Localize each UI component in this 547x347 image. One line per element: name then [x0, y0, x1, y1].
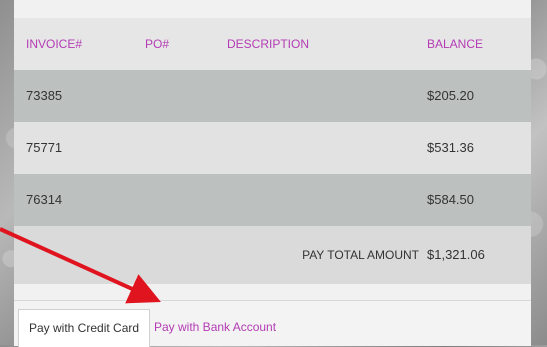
invoice-number: 73385 — [26, 88, 63, 103]
pay-total-label: PAY TOTAL AMOUNT — [302, 248, 419, 262]
total-row: PAY TOTAL AMOUNT $1,321.06 — [14, 226, 531, 284]
invoice-table: INVOICE# PO# DESCRIPTION BALANCE 73385 $… — [14, 18, 531, 284]
total-amount: $1,321.06 — [427, 247, 485, 262]
invoice-number: 75771 — [26, 140, 63, 155]
table-header-row: INVOICE# PO# DESCRIPTION BALANCE — [14, 18, 531, 70]
header-description: DESCRIPTION — [227, 37, 310, 51]
table-row: 76314 $584.50 — [14, 174, 531, 226]
tab-pay-bank-account[interactable]: Pay with Bank Account — [144, 309, 286, 346]
invoice-panel: INVOICE# PO# DESCRIPTION BALANCE 73385 $… — [14, 0, 531, 347]
header-balance: BALANCE — [427, 37, 484, 51]
tab-pay-credit-card[interactable]: Pay with Credit Card — [18, 309, 151, 347]
balance: $531.36 — [427, 140, 474, 155]
payment-tabs: Pay with Credit Card Pay with Bank Accou… — [14, 300, 531, 347]
table-row: 75771 $531.36 — [14, 122, 531, 174]
balance: $584.50 — [427, 192, 474, 207]
table-row: 73385 $205.20 — [14, 70, 531, 122]
invoice-number: 76314 — [26, 192, 63, 207]
balance: $205.20 — [427, 88, 474, 103]
header-invoice: INVOICE# — [26, 37, 83, 51]
header-po: PO# — [145, 37, 170, 51]
